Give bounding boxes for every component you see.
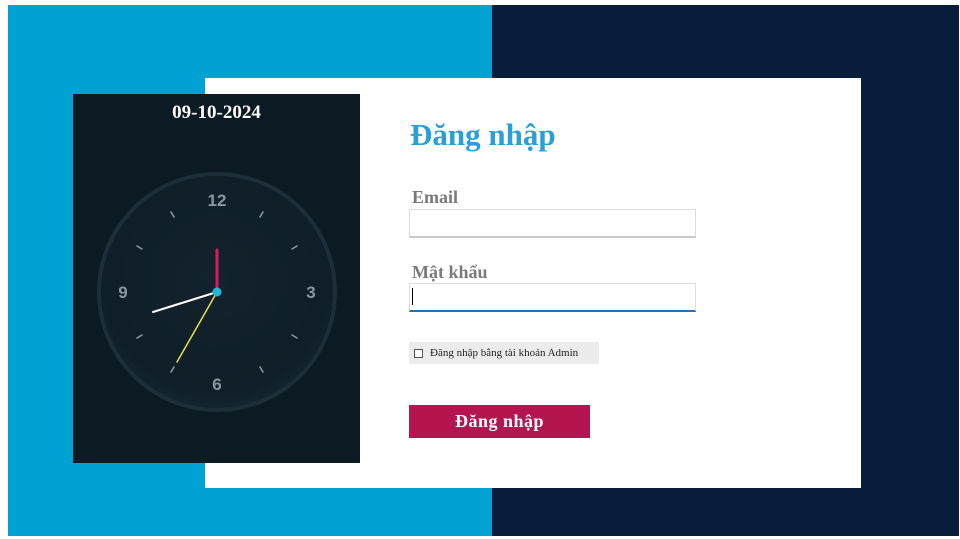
admin-checkbox-label: Đăng nhập bằng tài khoản Admin bbox=[430, 347, 579, 359]
password-label: Mật khẩu bbox=[412, 262, 488, 282]
password-field[interactable] bbox=[409, 283, 696, 312]
email-label: Email bbox=[412, 187, 459, 207]
numeral-9: 9 bbox=[118, 283, 127, 302]
admin-login-option[interactable]: Đăng nhập bằng tài khoản Admin bbox=[409, 342, 599, 364]
email-field[interactable] bbox=[409, 209, 696, 238]
admin-checkbox[interactable] bbox=[414, 348, 423, 358]
numeral-12: 12 bbox=[208, 191, 227, 210]
text-cursor bbox=[412, 288, 413, 305]
clock-center-dot bbox=[212, 287, 222, 297]
login-submit-button[interactable]: Đăng nhập bbox=[409, 405, 590, 438]
login-title: Đăng nhập bbox=[410, 117, 556, 152]
analog-clock: 12 3 6 9 bbox=[97, 172, 337, 412]
clock-panel: 09-10-2024 12 3 6 9 bbox=[73, 94, 360, 463]
numeral-6: 6 bbox=[212, 375, 221, 394]
numeral-3: 3 bbox=[306, 283, 315, 302]
